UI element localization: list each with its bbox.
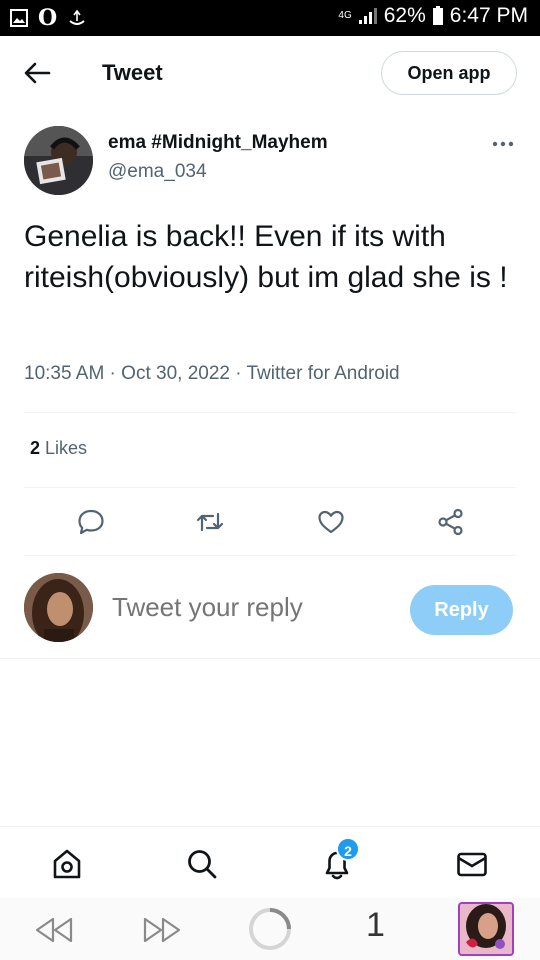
divider (24, 487, 516, 488)
reply-icon[interactable] (77, 508, 105, 536)
fast-forward-icon[interactable] (142, 916, 182, 944)
back-arrow-icon[interactable] (22, 60, 52, 86)
status-notifications: O (10, 7, 87, 29)
messages-icon[interactable] (455, 847, 489, 881)
user-avatar-image (24, 573, 93, 642)
tab-count[interactable]: 1 (366, 906, 385, 945)
rewind-icon[interactable] (34, 916, 74, 944)
divider (24, 412, 516, 413)
network-type: 4G (338, 10, 352, 21)
author-display-name[interactable]: ema #Midnight_Mayhem (108, 132, 328, 154)
battery-icon (432, 6, 443, 25)
author-avatar-image (24, 126, 93, 195)
tweet-actions (0, 500, 540, 544)
bottom-nav: 2 (0, 826, 540, 898)
tweet-text: Genelia is back!! Even if its with ritei… (24, 220, 508, 294)
profile-image (460, 904, 512, 954)
battery-percent: 62% (383, 4, 426, 27)
likes-count: 2 (30, 438, 41, 458)
browser-toolbar: 1 (0, 898, 540, 960)
tweet-metadata: 10:35 AM · Oct 30, 2022 · Twitter for An… (24, 363, 400, 384)
reply-button[interactable]: Reply (410, 585, 513, 635)
author-handle[interactable]: @ema_034 (108, 161, 207, 183)
divider (0, 658, 540, 659)
page-title: Tweet (102, 60, 163, 85)
author-avatar[interactable] (24, 126, 93, 195)
like-icon[interactable] (317, 508, 345, 536)
notifications-badge: 2 (336, 837, 360, 861)
share-icon[interactable] (437, 508, 465, 536)
gallery-icon (10, 9, 28, 27)
open-app-button[interactable]: Open app (381, 51, 517, 95)
opera-icon: O (38, 5, 58, 31)
retweet-icon[interactable] (196, 508, 224, 536)
browser-profile-avatar[interactable] (458, 902, 514, 956)
loading-spinner-icon[interactable] (247, 906, 293, 952)
status-bar: O 4G 62% 6:47 PM (0, 0, 540, 36)
user-avatar[interactable] (24, 573, 93, 642)
likes-stat[interactable]: 2 Likes (30, 438, 87, 459)
clock: 6:47 PM (449, 4, 528, 27)
usb-icon (69, 9, 85, 25)
header: Tweet Open app (0, 36, 540, 112)
more-options-icon[interactable] (490, 136, 516, 152)
search-icon[interactable] (185, 847, 219, 881)
divider (24, 555, 516, 556)
home-icon[interactable] (50, 847, 84, 881)
reply-input[interactable] (112, 592, 392, 623)
signal-icon (358, 8, 377, 24)
likes-label: Likes (45, 438, 88, 458)
